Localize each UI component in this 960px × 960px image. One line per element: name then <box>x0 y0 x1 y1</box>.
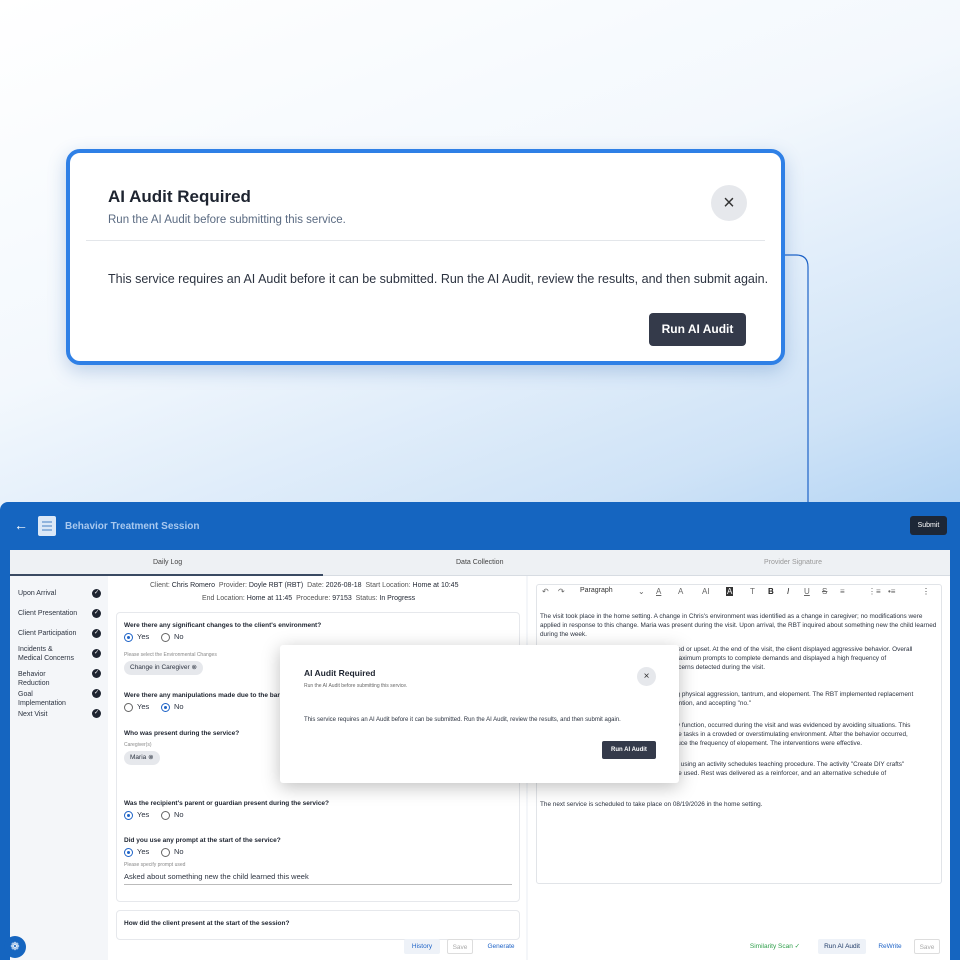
divider <box>86 240 765 241</box>
check-icon: ✓ <box>92 649 101 658</box>
field-hint: Caregiver(s) <box>124 742 152 748</box>
modal-message: This service requires an AI Audit before… <box>304 717 621 723</box>
save-button[interactable]: Save <box>914 939 940 954</box>
radio-no[interactable]: No <box>161 810 184 820</box>
modal-title: AI Audit Required <box>304 668 376 678</box>
callout-title: AI Audit Required <box>108 187 251 206</box>
note-paragraph: The next service is scheduled to take pl… <box>540 801 763 808</box>
question-env-changes: Were there any significant changes to th… <box>124 622 322 629</box>
check-icon: ✓ <box>92 709 101 718</box>
note-paragraph: ding physical aggression, tantrum, and e… <box>668 691 914 707</box>
italic-button[interactable]: I <box>787 587 789 596</box>
submit-button[interactable]: Submit <box>910 516 947 535</box>
document-icon <box>38 516 56 536</box>
field-hint: Please specify prompt used <box>124 862 186 868</box>
sidebar: Upon Arrival ✓ Client Presentation ✓ Cli… <box>10 576 108 960</box>
close-icon[interactable]: × <box>711 185 747 221</box>
question-guardian-present: Was the recipient's parent or guardian p… <box>124 800 330 807</box>
run-ai-audit-button[interactable]: Run AI Audit <box>649 313 746 346</box>
generate-button[interactable]: Generate <box>482 939 520 954</box>
cookie-settings-icon[interactable]: ❁ <box>4 936 26 958</box>
underline-button[interactable]: U <box>804 587 810 596</box>
check-icon: ✓ <box>92 629 101 638</box>
font-color-icon[interactable]: A <box>656 587 661 596</box>
run-ai-audit-button[interactable]: Run AI Audit <box>818 939 866 954</box>
radio-yes[interactable]: Yes <box>124 702 149 712</box>
check-icon: ✓ <box>92 589 101 598</box>
radio-no[interactable]: No <box>161 702 184 712</box>
sidebar-item-client-presentation[interactable]: Client Presentation <box>18 609 78 618</box>
question-manipulations: Were there any manipulations made due to… <box>124 692 285 699</box>
ai-tools-button[interactable]: AI <box>702 587 710 596</box>
align-icon[interactable]: ≡ <box>840 587 845 596</box>
more-options-icon[interactable]: ⋮ <box>922 587 930 596</box>
question-prompt: Did you use any prompt at the start of t… <box>124 837 281 844</box>
chip-remove-icon: ⊗ <box>191 664 197 671</box>
chip-change-in-caregiver[interactable]: Change in Caregiver ⊗ <box>124 661 203 675</box>
tab-provider-signature[interactable]: Provider Signature <box>764 559 822 566</box>
sidebar-item-upon-arrival[interactable]: Upon Arrival <box>18 589 78 598</box>
chip-maria[interactable]: Maria ⊗ <box>124 751 160 765</box>
note-paragraph: The visit took place in the home setting… <box>540 613 937 638</box>
editor-toolbar: ↶ ↷ Paragraph ⌄ A A AI A T B I U S ≡ ⋮≡ … <box>536 584 942 602</box>
question-client-presentation: How did the client present at the start … <box>124 920 290 927</box>
history-button[interactable]: History <box>404 939 440 954</box>
save-button[interactable]: Save <box>447 939 473 954</box>
tab-data-collection[interactable]: Data Collection <box>456 559 503 566</box>
close-icon[interactable]: × <box>637 667 656 686</box>
sidebar-item-goal-implementation[interactable]: Goal Implementation <box>18 690 78 708</box>
undo-icon[interactable]: ↶ <box>542 587 549 596</box>
radio-yes[interactable]: Yes <box>124 810 149 820</box>
tab-daily-log[interactable]: Daily Log <box>153 559 182 566</box>
check-circle-icon: ✓ <box>794 943 801 950</box>
check-icon: ✓ <box>92 609 101 618</box>
chevron-down-icon[interactable]: ⌄ <box>638 587 645 596</box>
block-style-select[interactable]: Paragraph <box>580 587 613 594</box>
modal-subtitle: Run the AI Audit before submitting this … <box>304 683 408 689</box>
divider <box>124 884 512 885</box>
bold-button[interactable]: B <box>768 587 774 596</box>
check-icon: ✓ <box>92 669 101 678</box>
tab-bar: Daily Log Data Collection Provider Signa… <box>10 550 950 576</box>
callout-card: AI Audit Required Run the AI Audit befor… <box>66 149 785 365</box>
run-ai-audit-button[interactable]: Run AI Audit <box>602 741 656 759</box>
check-icon: ✓ <box>92 689 101 698</box>
field-hint: Please select the Environmental Changes <box>124 652 217 658</box>
app-header: ← Behavior Treatment Session Submit <box>0 502 960 550</box>
font-size-icon[interactable]: A <box>678 587 683 596</box>
similarity-scan-button[interactable]: Similarity Scan ✓ <box>740 939 810 954</box>
back-arrow-icon[interactable]: ← <box>14 517 28 533</box>
sidebar-item-client-participation[interactable]: Client Participation <box>18 629 78 638</box>
page-title: Behavior Treatment Session <box>65 521 200 532</box>
note-paragraph: trated or upset. At the end of the visit… <box>668 646 913 671</box>
bullet-list-icon[interactable]: •≡ <box>888 587 895 596</box>
question-who-present: Who was present during the service? <box>124 730 240 737</box>
strikethrough-button[interactable]: S <box>822 587 827 596</box>
sidebar-item-next-visit[interactable]: Next Visit <box>18 710 78 719</box>
highlight-icon[interactable]: A <box>726 587 734 596</box>
ordered-list-icon[interactable]: ⋮≡ <box>868 587 881 596</box>
radio-no[interactable]: No <box>161 847 184 857</box>
note-paragraph: sory function, occurred during the visit… <box>668 722 911 747</box>
sidebar-item-behavior-reduction[interactable]: Behavior Reduction <box>18 670 78 688</box>
callout-subtitle: Run the AI Audit before submitting this … <box>108 214 346 226</box>
prompt-used-field[interactable]: Asked about something new the child lear… <box>124 872 309 881</box>
radio-yes[interactable]: Yes <box>124 632 149 642</box>
sidebar-item-incidents[interactable]: Incidents & Medical Concerns <box>18 645 78 663</box>
rewrite-button[interactable]: ReWrite <box>874 939 906 954</box>
clear-format-icon[interactable]: T <box>750 587 755 596</box>
ai-audit-modal: AI Audit Required Run the AI Audit befor… <box>280 645 679 783</box>
callout-message: This service requires an AI Audit before… <box>108 272 769 286</box>
session-meta-line1: Client: Chris Romero Provider: Doyle RBT… <box>150 582 459 589</box>
redo-icon[interactable]: ↷ <box>558 587 565 596</box>
session-meta-line2: End Location: Home at 11:45 Procedure: 9… <box>202 595 416 602</box>
radio-yes[interactable]: Yes <box>124 847 149 857</box>
chip-remove-icon: ⊗ <box>148 754 154 761</box>
radio-no[interactable]: No <box>161 632 184 642</box>
note-paragraph: visit using an activity schedules teachi… <box>668 761 905 777</box>
